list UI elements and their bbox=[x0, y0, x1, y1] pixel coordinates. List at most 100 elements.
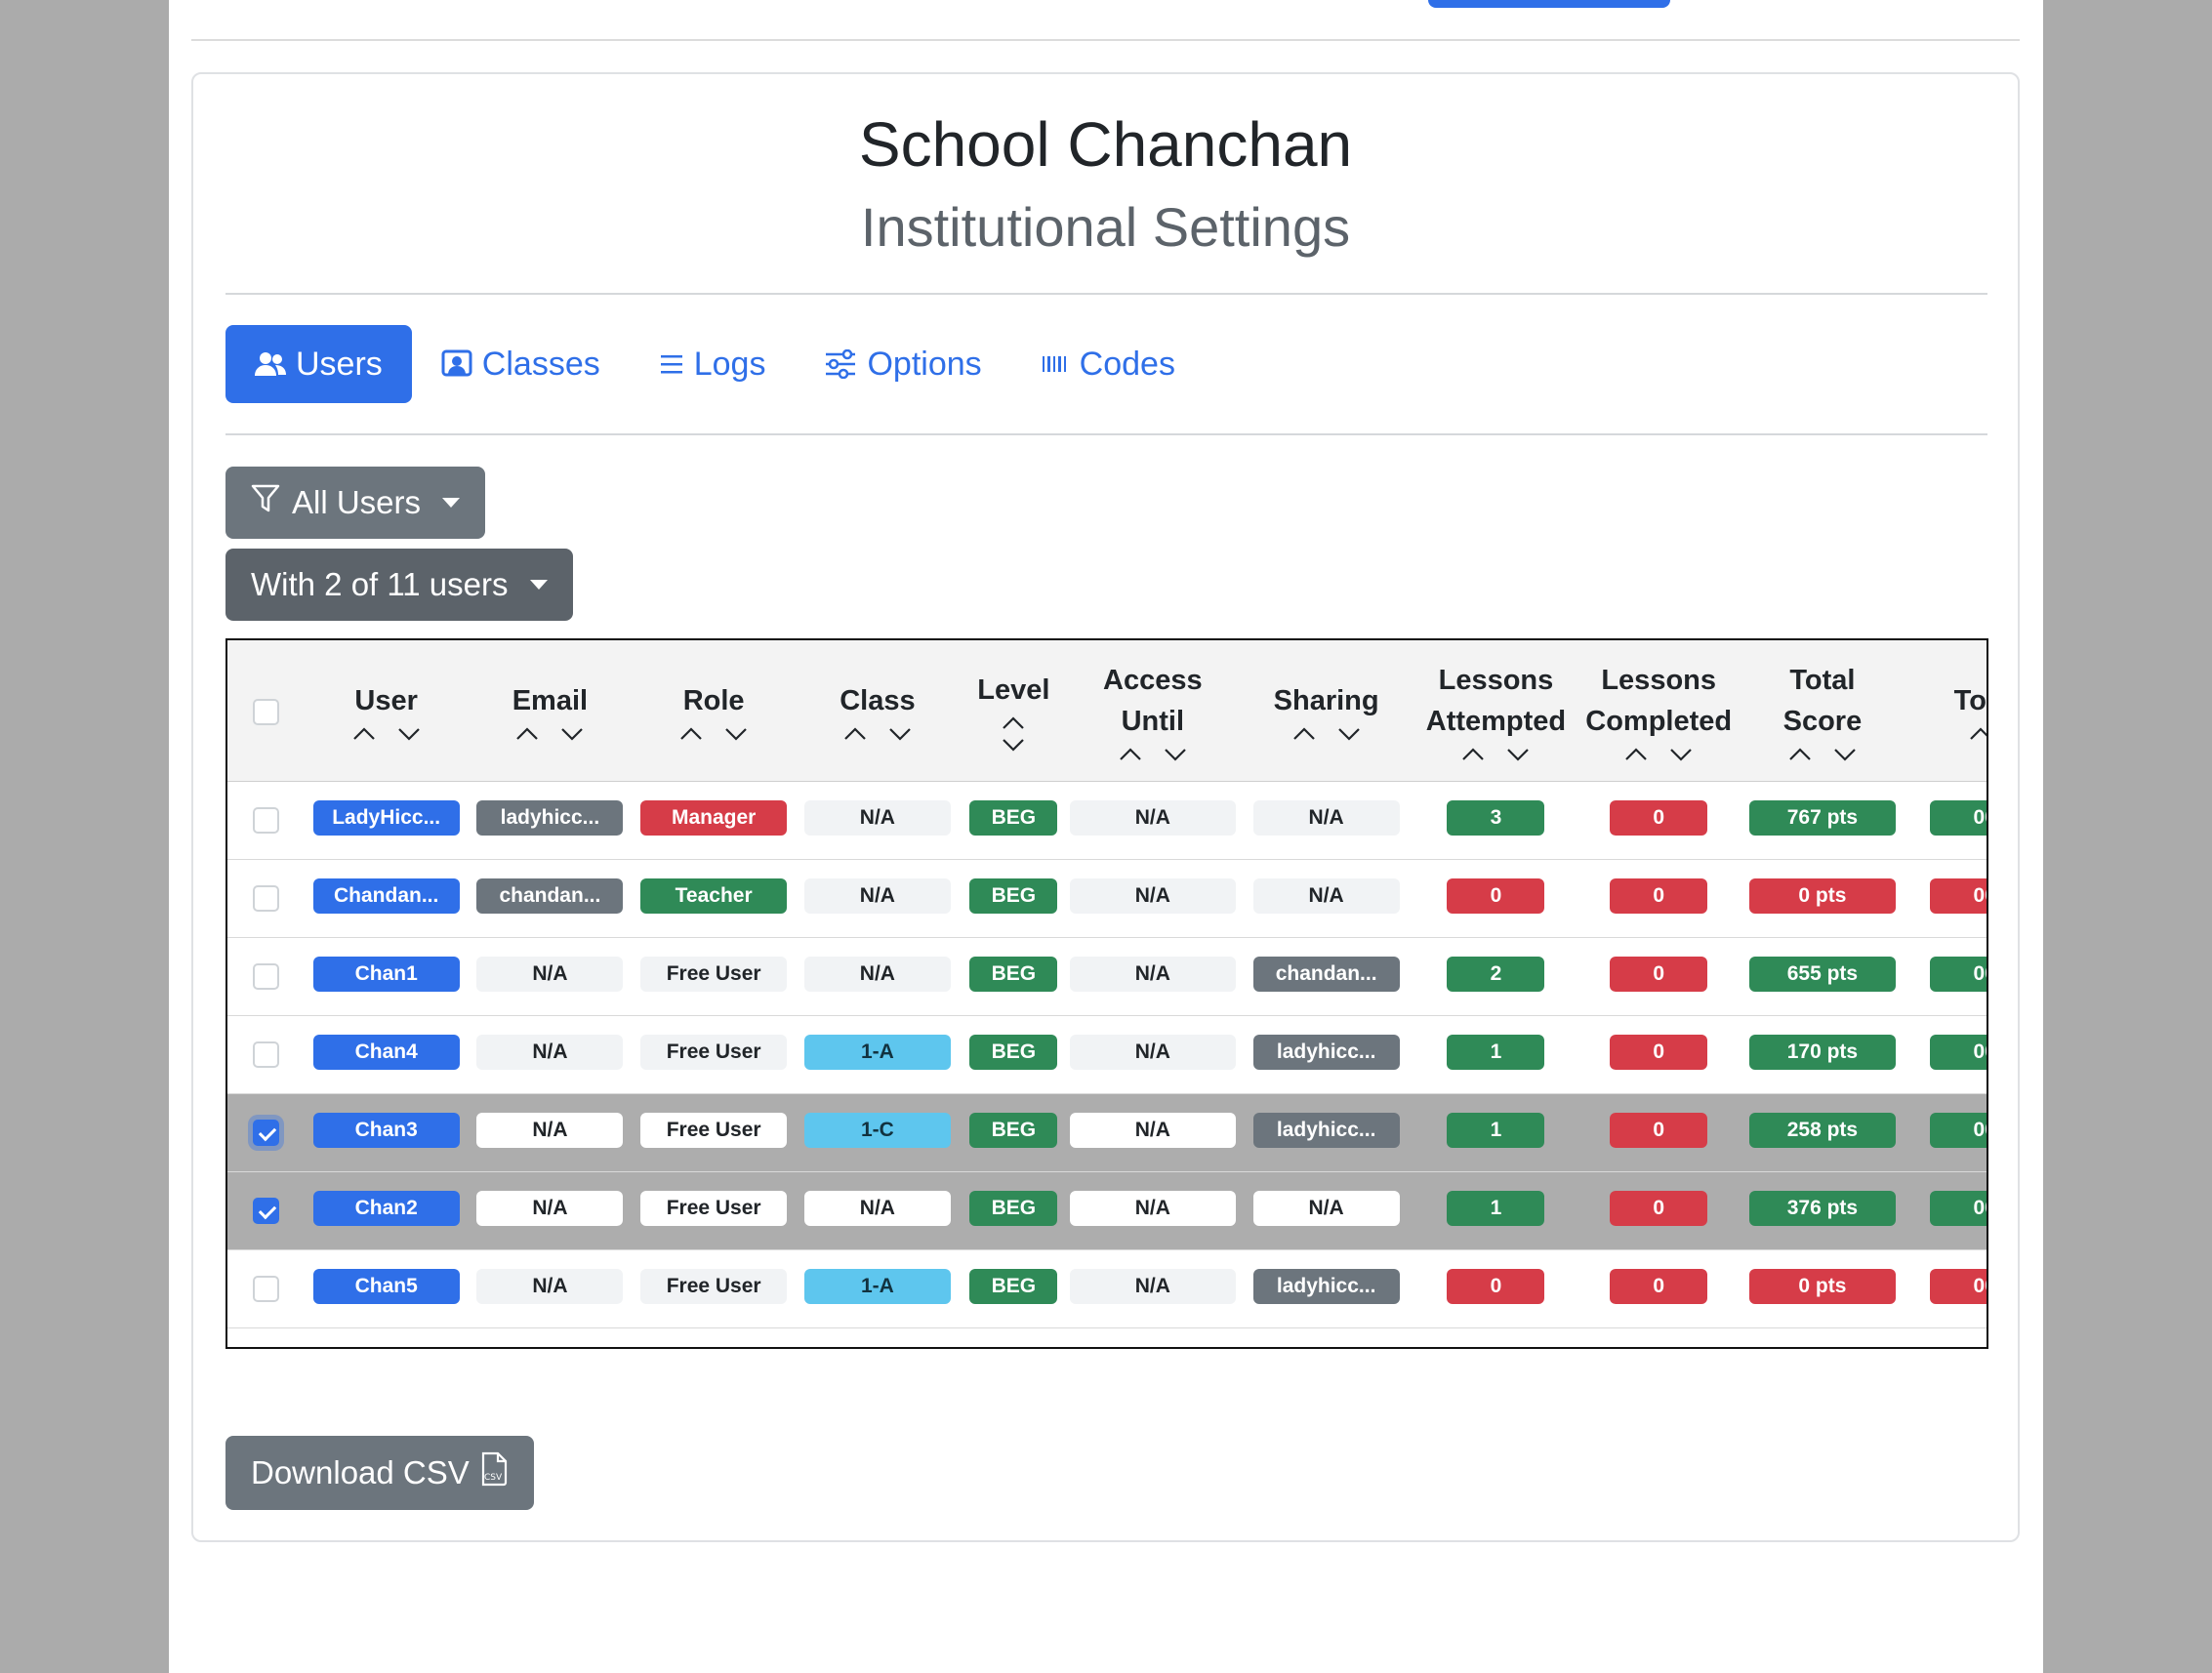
role-cell: Free User bbox=[632, 937, 796, 1015]
caret-down-icon bbox=[529, 580, 548, 590]
tab-classes[interactable]: Classes bbox=[412, 325, 630, 403]
sort-descending-icon[interactable] bbox=[397, 727, 421, 741]
total-score-badge: 170 pts bbox=[1748, 1034, 1896, 1070]
lessons-completed-badge: 0 bbox=[1610, 1346, 1708, 1347]
tab-options[interactable]: Options bbox=[795, 325, 1010, 403]
row-checkbox[interactable] bbox=[252, 884, 279, 912]
lessons-completed-cell: 0 bbox=[1577, 937, 1741, 1015]
access-until-cell: N/A bbox=[1068, 1327, 1238, 1347]
user-badge[interactable]: Chan5 bbox=[312, 1268, 460, 1304]
sort-controls bbox=[1070, 748, 1236, 761]
user-badge[interactable]: Chan6 bbox=[312, 1346, 460, 1347]
lessons-attempted-badge: 1 bbox=[1447, 1034, 1545, 1070]
user-badge[interactable]: Chan1 bbox=[312, 956, 460, 992]
class-cell: 1-A bbox=[796, 1249, 960, 1327]
class-cell: 1-C bbox=[796, 1093, 960, 1171]
level-cell: BEG bbox=[960, 1015, 1068, 1093]
lessons-attempted-cell: 0 bbox=[1415, 1327, 1577, 1347]
top-button-partial[interactable] bbox=[1428, 0, 1670, 8]
column-header-label: Class bbox=[798, 680, 958, 721]
user-badge[interactable]: Chan2 bbox=[312, 1190, 460, 1226]
user-badge[interactable]: Chandan... bbox=[312, 877, 460, 914]
table-row[interactable]: Chan6 N/A Free User N/A BEG N/A chandan... 0 0 0 … bbox=[227, 1327, 1987, 1347]
user-badge[interactable]: LadyHicc... bbox=[312, 799, 460, 836]
table-row[interactable]: Chan3 N/A Free User 1-C BEG N/A ladyhicc... 1 0 2… bbox=[227, 1093, 1987, 1171]
column-header-label: Role bbox=[634, 680, 794, 721]
sort-descending-icon[interactable] bbox=[724, 727, 748, 741]
user-badge[interactable]: Chan3 bbox=[312, 1112, 460, 1148]
role-badge: Free User bbox=[640, 956, 788, 992]
column-header: Level bbox=[960, 640, 1068, 781]
tab-users[interactable]: Users bbox=[225, 325, 412, 403]
lessons-attempted-cell: 0 bbox=[1415, 1249, 1577, 1327]
sort-descending-icon[interactable] bbox=[1833, 748, 1857, 761]
row-checkbox[interactable] bbox=[252, 962, 279, 990]
sort-ascending-icon[interactable] bbox=[679, 727, 703, 741]
row-select-cell bbox=[227, 1327, 305, 1347]
sort-ascending-icon[interactable] bbox=[352, 727, 376, 741]
row-select-cell bbox=[227, 1015, 305, 1093]
column-header-text: Class bbox=[840, 684, 916, 716]
access-until-cell: N/A bbox=[1068, 1093, 1238, 1171]
sort-descending-icon[interactable] bbox=[888, 727, 912, 741]
sort-ascending-icon[interactable] bbox=[1969, 727, 1988, 741]
sharing-cell: N/A bbox=[1238, 781, 1415, 859]
sort-ascending-icon[interactable] bbox=[1292, 727, 1316, 741]
user-badge[interactable]: Chan4 bbox=[312, 1034, 460, 1070]
table-row[interactable]: LadyHicc... ladyhicc... Manager N/A BEG N/A N/… bbox=[227, 781, 1987, 859]
users-filter-dropdown[interactable]: All Users bbox=[225, 467, 486, 539]
download-csv-button[interactable]: Download CSV CSV bbox=[225, 1436, 534, 1510]
total-time-cell: 00:10: bbox=[1905, 781, 1987, 859]
email-cell: chandan... bbox=[469, 859, 633, 937]
sort-ascending-icon[interactable] bbox=[843, 727, 867, 741]
row-checkbox[interactable] bbox=[252, 1041, 279, 1068]
column-header-label: Access Until bbox=[1070, 660, 1236, 742]
sharing-cell: ladyhicc... bbox=[1238, 1249, 1415, 1327]
class-badge: 1-A bbox=[803, 1034, 951, 1070]
sort-ascending-icon[interactable] bbox=[1624, 748, 1648, 761]
svg-text:CSV: CSV bbox=[484, 1473, 503, 1483]
page-subtitle: Institutional Settings bbox=[860, 196, 1351, 258]
table-row[interactable]: Chan4 N/A Free User 1-A BEG N/A ladyhicc... 1 0 1… bbox=[227, 1015, 1987, 1093]
lessons-completed-badge: 0 bbox=[1610, 1268, 1708, 1304]
table-row[interactable]: Chan5 N/A Free User 1-A BEG N/A ladyhicc... 0 0 0… bbox=[227, 1249, 1987, 1327]
sort-descending-icon[interactable] bbox=[1506, 748, 1530, 761]
row-checkbox[interactable] bbox=[252, 1275, 279, 1302]
row-checkbox[interactable] bbox=[252, 806, 279, 834]
class-badge: N/A bbox=[803, 956, 951, 992]
lessons-completed-badge: 0 bbox=[1610, 1190, 1708, 1226]
tab-codes[interactable]: Codes bbox=[1011, 325, 1205, 403]
column-header-text: Sharing bbox=[1273, 684, 1379, 716]
sharing-badge: ladyhicc... bbox=[1252, 1034, 1400, 1070]
email-cell: N/A bbox=[469, 1015, 633, 1093]
sort-ascending-icon[interactable] bbox=[515, 727, 539, 741]
selection-dropdown[interactable]: With 2 of 11 users bbox=[225, 549, 573, 621]
table-row[interactable]: Chan2 N/A Free User N/A BEG N/A N/A 1 0 376 pts 00… bbox=[227, 1171, 1987, 1249]
column-header-text: Total bbox=[1789, 664, 1856, 696]
table-row[interactable]: Chan1 N/A Free User N/A BEG N/A chandan... 2 0 65… bbox=[227, 937, 1987, 1015]
sort-ascending-icon[interactable] bbox=[1119, 748, 1142, 761]
total-time-cell: 00:05: bbox=[1905, 937, 1987, 1015]
level-cell: BEG bbox=[960, 937, 1068, 1015]
sort-controls bbox=[798, 727, 958, 741]
sort-ascending-icon[interactable] bbox=[1002, 716, 1025, 730]
total-time-badge: 00:10: bbox=[1929, 799, 1987, 836]
sort-descending-icon[interactable] bbox=[1669, 748, 1693, 761]
sort-descending-icon[interactable] bbox=[1164, 748, 1187, 761]
level-cell: BEG bbox=[960, 1093, 1068, 1171]
barcode-icon bbox=[1041, 353, 1070, 375]
sort-ascending-icon[interactable] bbox=[1788, 748, 1812, 761]
column-header: Access Until bbox=[1068, 640, 1238, 781]
sort-descending-icon[interactable] bbox=[560, 727, 584, 741]
sort-descending-icon[interactable] bbox=[1002, 738, 1025, 752]
table-row[interactable]: Chandan... chandan... Teacher N/A BEG N/A N/A 0… bbox=[227, 859, 1987, 937]
sort-ascending-icon[interactable] bbox=[1461, 748, 1485, 761]
total-time-cell: 00:03: bbox=[1905, 1171, 1987, 1249]
tab-logs[interactable]: Logs bbox=[630, 325, 796, 403]
select-all-checkbox[interactable] bbox=[252, 698, 279, 725]
access-until-badge: N/A bbox=[1069, 1346, 1236, 1347]
row-checkbox[interactable] bbox=[252, 1119, 279, 1146]
sort-descending-icon[interactable] bbox=[1337, 727, 1361, 741]
column-header-label: Level bbox=[962, 670, 1066, 711]
row-checkbox[interactable] bbox=[252, 1197, 279, 1224]
